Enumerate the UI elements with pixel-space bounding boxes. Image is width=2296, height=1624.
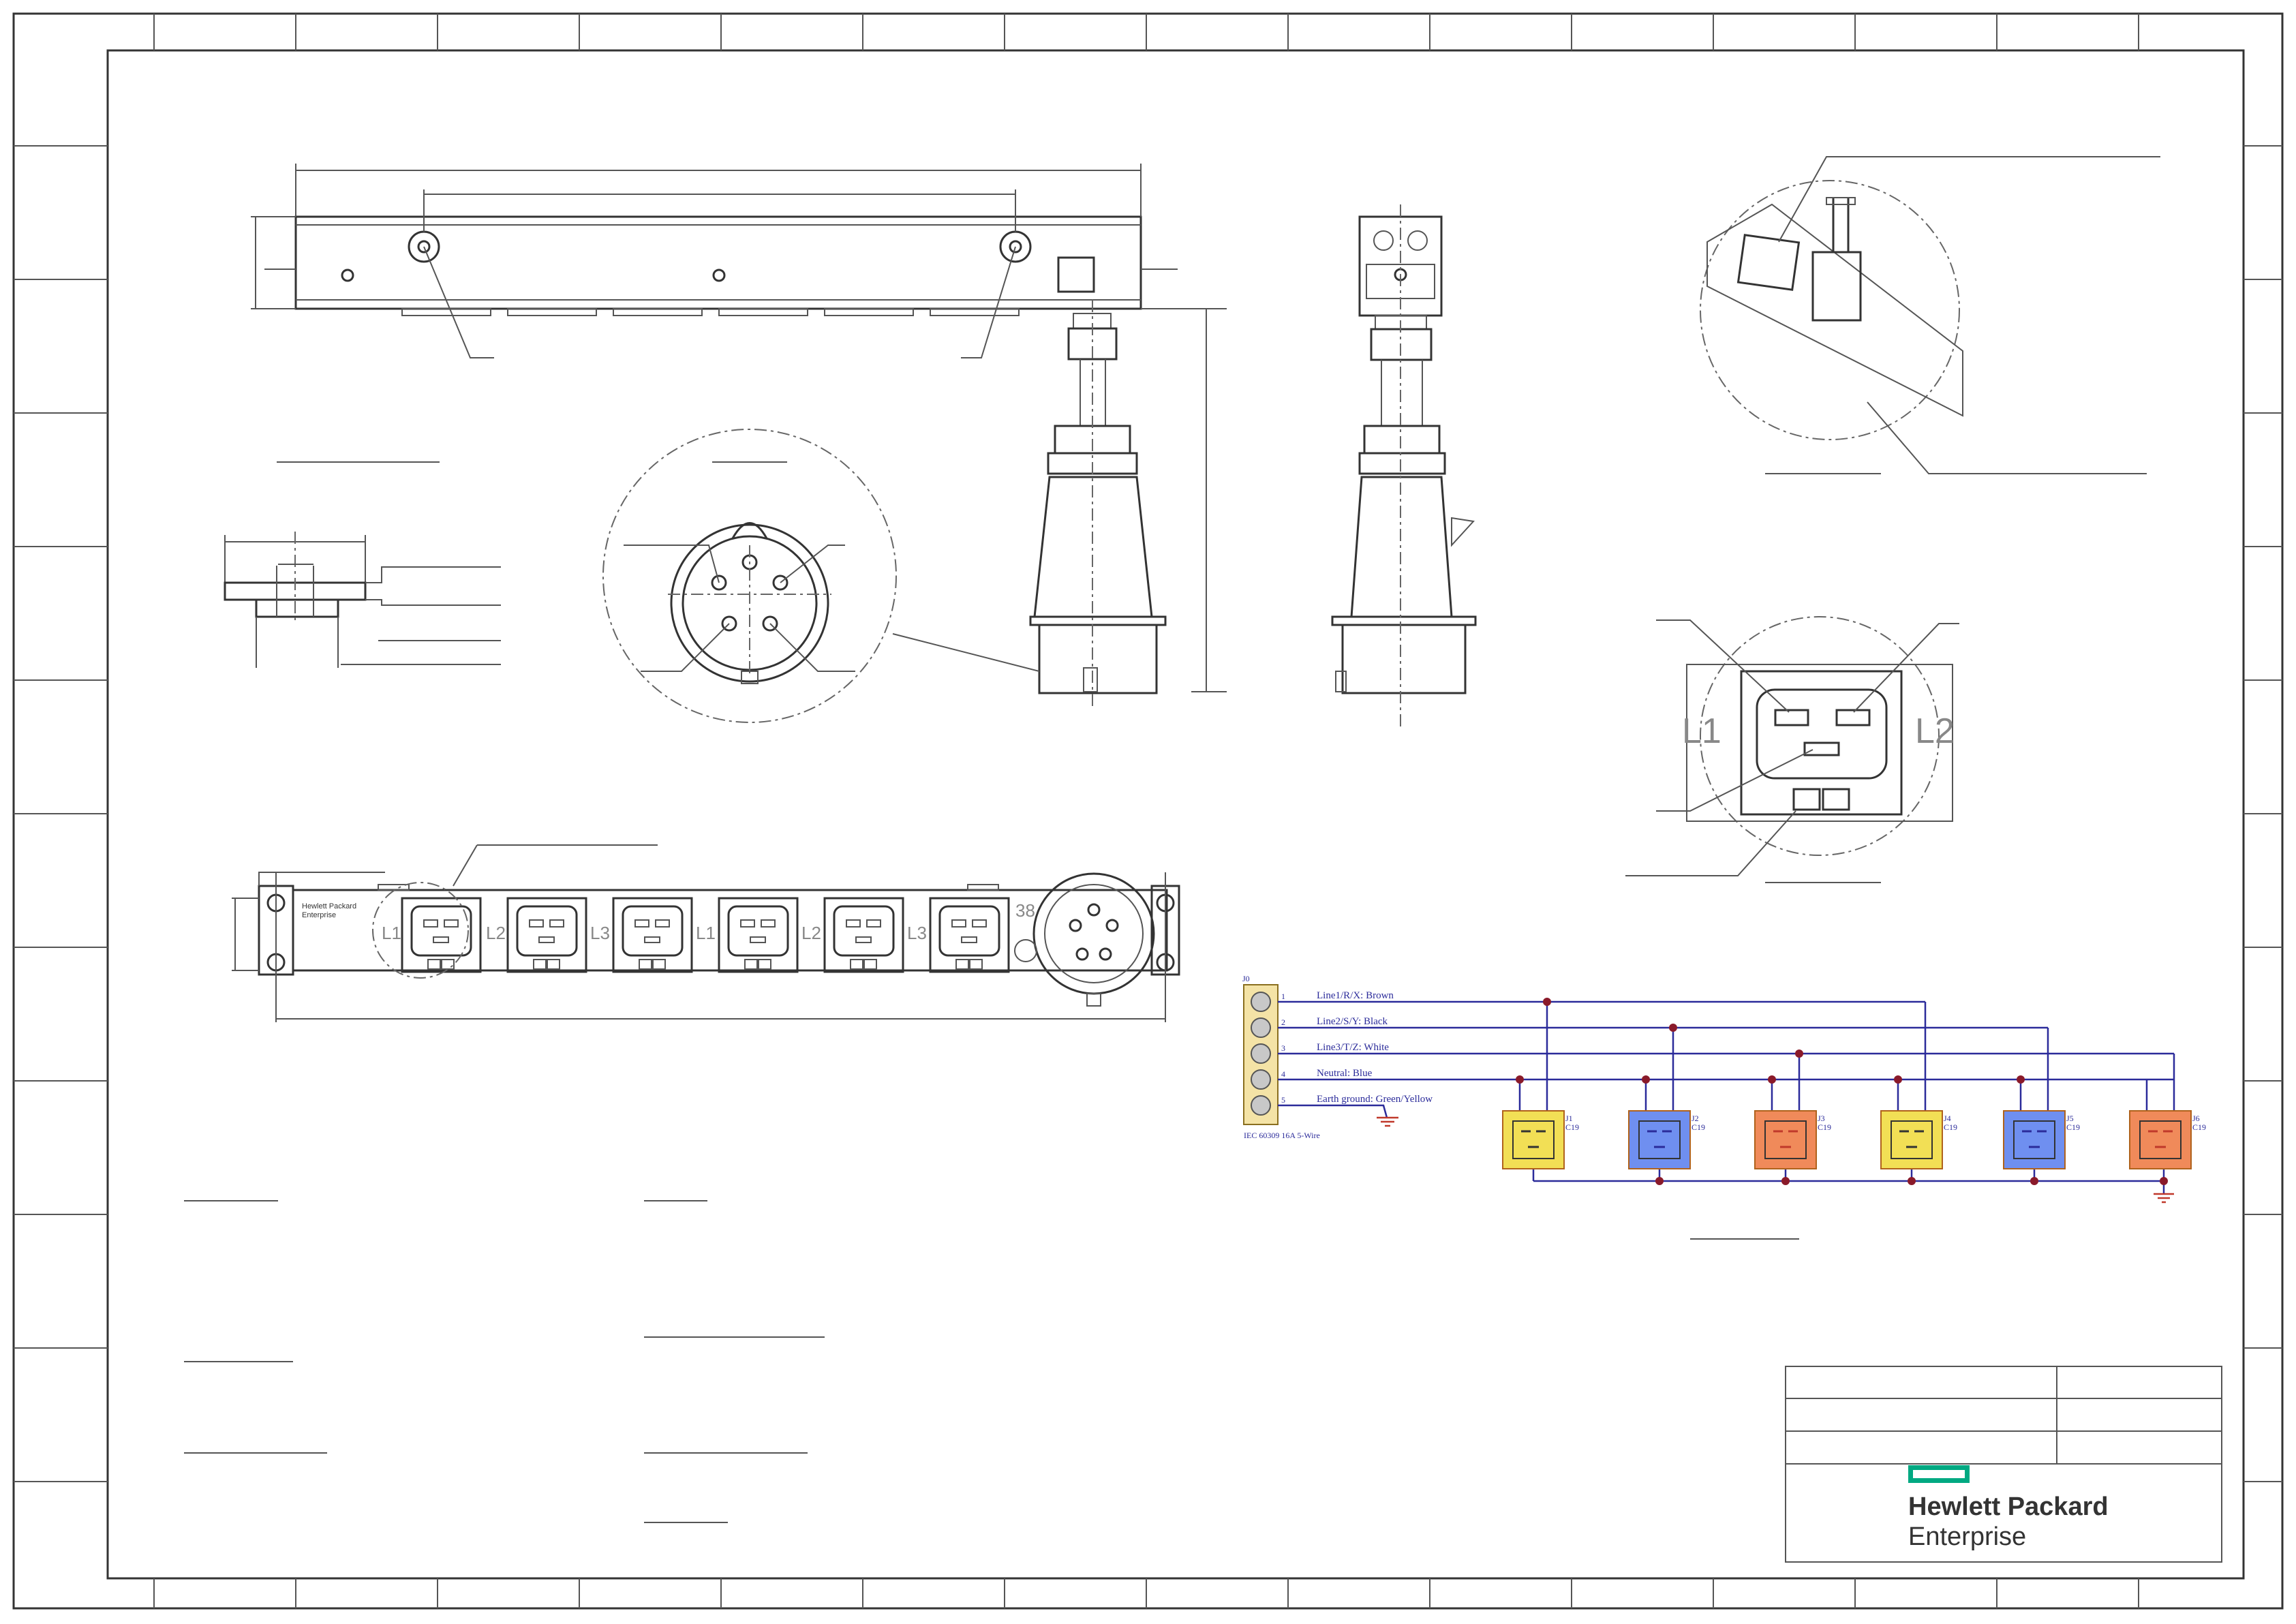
front-inlet-marking: 38 [1015, 900, 1035, 921]
outlet-2-type: C19 [1692, 1122, 1705, 1132]
outlet-2-ref: J2 [1692, 1114, 1699, 1123]
front-outlet-label-2: L2 [486, 923, 506, 943]
pdu-end-view [1331, 204, 1477, 729]
front-outlet-label-6: L3 [907, 923, 927, 943]
detail-outlet-right-label: L2 [1915, 711, 1955, 751]
outlet-box-5 [2003, 1110, 2066, 1169]
front-outlet-label-4: L1 [696, 923, 716, 943]
outlet-detail [1625, 616, 1959, 883]
inlet-face-detail [602, 429, 1040, 723]
detail-outlet-left-label: L1 [1682, 711, 1721, 751]
front-outlet-label-3: L3 [590, 923, 610, 943]
cable-plug-side [1029, 300, 1167, 709]
wire-3-label: Line3/T/Z: White [1317, 1042, 1389, 1053]
note-lines [184, 1200, 825, 1523]
outlet-4-ref: J4 [1944, 1114, 1951, 1123]
front-plate-line1: Hewlett Packard [302, 902, 356, 910]
pin-5: 5 [1281, 1095, 1285, 1105]
zone-marks [14, 14, 2282, 1608]
hpe-logo: Hewlett Packard Enterprise [1908, 1465, 2181, 1561]
wire-1-label: Line1/R/X: Brown [1317, 990, 1394, 1001]
outlet-5-ref: J5 [2066, 1114, 2074, 1123]
outlet-6-type: C19 [2192, 1122, 2206, 1132]
outlet-5-type: C19 [2066, 1122, 2080, 1132]
pdu-top-view [251, 164, 1227, 692]
connector-desc: IEC 60309 16A 5-Wire [1244, 1131, 1320, 1140]
outlet-6-ref: J6 [2192, 1114, 2200, 1123]
connector-ref: J0 [1242, 974, 1250, 983]
iso-detail [1700, 156, 2160, 474]
outer-frame [12, 12, 2284, 1610]
outlet-3-ref: J3 [1818, 1114, 1825, 1123]
pin-2: 2 [1281, 1017, 1285, 1027]
pin-1: 1 [1281, 992, 1285, 1001]
outlet-box-6 [2129, 1110, 2192, 1169]
outlet-box-4 [1880, 1110, 1943, 1169]
hpe-logo-line1: Hewlett Packard [1908, 1492, 2109, 1521]
front-outlet-label-5: L2 [801, 923, 821, 943]
pin-4: 4 [1281, 1069, 1285, 1079]
front-outlet-label-1: L1 [382, 923, 401, 943]
wire-5-label: Earth ground: Green/Yellow [1317, 1094, 1433, 1105]
outlet-4-type: C19 [1944, 1122, 1957, 1132]
wire-2-label: Line2/S/Y: Black [1317, 1016, 1388, 1027]
front-plate-line2: Enterprise [302, 911, 336, 919]
outlet-box-1 [1502, 1110, 1565, 1169]
hpe-logo-mark [1908, 1465, 1970, 1483]
outlet-1-ref: J1 [1565, 1114, 1573, 1123]
mount-section [224, 461, 501, 668]
outlet-box-3 [1754, 1110, 1817, 1169]
outlet-box-2 [1628, 1110, 1691, 1169]
drawing-sheet: Hewlett Packard Enterprise L1 L2 L3 L1 L… [12, 12, 2284, 1610]
outlet-1-type: C19 [1565, 1122, 1579, 1132]
wire-4-label: Neutral: Blue [1317, 1068, 1373, 1079]
pin-3: 3 [1281, 1043, 1285, 1053]
outlet-3-type: C19 [1818, 1122, 1831, 1132]
inner-frame [106, 49, 2245, 1580]
hpe-logo-line2: Enterprise [1908, 1522, 2027, 1551]
